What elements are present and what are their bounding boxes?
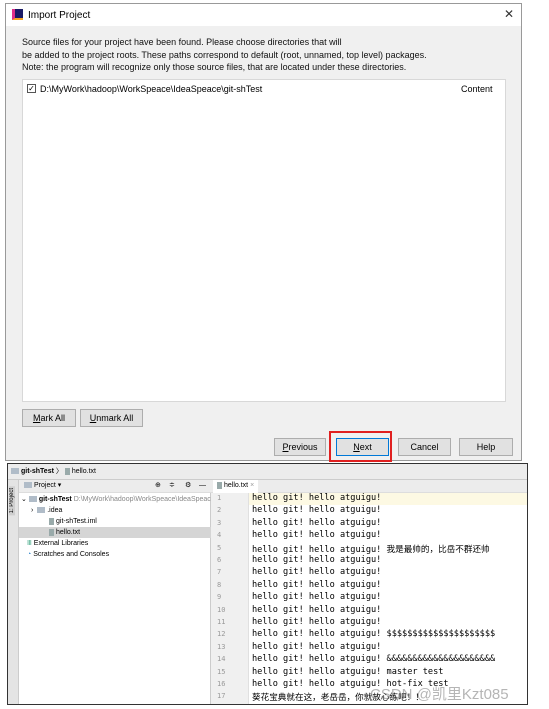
line-number: 3 — [217, 518, 222, 527]
tab-hello-txt[interactable]: hello.txt × — [213, 480, 259, 493]
line-number: 17 — [217, 692, 226, 701]
description-line: be added to the project roots. These pat… — [22, 50, 427, 60]
breadcrumb: git-shTest 〉 hello.txt — [8, 464, 527, 480]
project-view-selector[interactable]: Project ▾ — [34, 482, 61, 489]
code-line: hello git! hello atguigu! — [252, 555, 382, 565]
code-line: hello git! hello atguigu! — [252, 493, 382, 503]
folder-icon — [37, 507, 46, 514]
editor[interactable]: hello.txt × 1 hello git! hello atguigu! 2 h… — [211, 480, 527, 704]
line-number: 15 — [217, 667, 226, 676]
label: nmark All — [96, 413, 134, 423]
mark-all-button[interactable]: Mark All — [22, 409, 76, 427]
code-line: hello git! hello atguigu! — [252, 617, 382, 627]
project-panel: Project ▾ ⊕ ≑ ⚙ — ⌄ git-shTest D:\MyWork… — [19, 480, 215, 704]
cancel-button[interactable]: Cancel — [398, 438, 451, 456]
text-file-icon — [217, 481, 222, 489]
tree-item-git-shTest[interactable]: ⌄ git-shTest D:\MyWork\hadoop\WorkSpeace… — [19, 494, 215, 505]
module-icon — [28, 496, 37, 503]
line-number: 9 — [217, 593, 222, 602]
root-type: Content — [461, 84, 493, 94]
unmark-all-button[interactable]: Unmark All — [80, 409, 143, 427]
code-line: hello git! hello atguigu! $$$$$$$$$$$$$$… — [252, 629, 496, 640]
scratches-icon: ◔ — [27, 551, 32, 558]
tab-label: hello.txt — [224, 482, 249, 489]
line-number: 6 — [217, 556, 222, 564]
line-number: 11 — [217, 618, 226, 626]
close-icon[interactable]: ✕ — [504, 7, 514, 21]
code-line: hello git! hello atguigu! &&&&&&&&&&&&&&… — [252, 654, 496, 665]
next-button[interactable]: Next — [336, 438, 389, 456]
ide-window: git-shTest 〉 hello.txt 1: Project Projec… — [7, 463, 528, 705]
label: revious — [288, 442, 318, 452]
code-line: hello git! hello atguigu! 我是最帅的，比岳不群还帅 — [252, 544, 490, 555]
library-icon: Ⅲ — [27, 540, 32, 547]
tree-item-scratches[interactable]: ◔ Scratches and Consoles — [19, 549, 211, 560]
list-item[interactable]: ✓ D:\MyWork\hadoop\WorkSpeace\IdeaSpeace… — [23, 80, 505, 97]
code-line: hello git! hello atguigu! — [252, 530, 382, 541]
tree-path: D:\MyWork\hadoop\WorkSpeace\IdeaSpeace — [73, 496, 215, 503]
tree-label: hello.txt — [56, 529, 81, 536]
tool-window-strip: 1: Project — [8, 480, 19, 704]
code-line: hello git! hello atguigu! master test — [252, 666, 444, 677]
label: ark All — [40, 413, 65, 423]
editor-tabs: hello.txt × — [211, 480, 527, 493]
tree-label: External Libraries — [33, 540, 89, 547]
previous-button[interactable]: Previous — [274, 438, 326, 456]
help-button[interactable]: Help — [459, 438, 513, 456]
label: ext — [359, 442, 372, 452]
description-line: Source files for your project have been … — [22, 37, 342, 47]
code-line: hello git! hello atguigu! — [252, 579, 382, 590]
text-file-icon — [49, 528, 54, 536]
project-icon — [24, 482, 32, 489]
tree-label: .idea — [47, 507, 63, 514]
line-number: 2 — [217, 506, 222, 515]
file-icon — [64, 467, 70, 475]
code-line: hello git! hello atguigu! — [252, 592, 382, 603]
tree-item-hello-txt[interactable]: hello.txt — [19, 527, 211, 538]
source-roots-list[interactable]: ✓ D:\MyWork\hadoop\WorkSpeace\IdeaSpeace… — [22, 79, 506, 402]
iml-file-icon — [49, 517, 54, 525]
root-path: D:\MyWork\hadoop\WorkSpeace\IdeaSpeace\g… — [40, 84, 263, 94]
code-line: hello git! hello atguigu! — [252, 505, 382, 516]
line-number: 13 — [217, 642, 226, 651]
collapse-icon[interactable]: ≑ — [169, 480, 175, 492]
line-number: 16 — [217, 680, 226, 688]
code-area[interactable]: 1 hello git! hello atguigu! 2 hello git! he… — [211, 493, 527, 704]
tree-item-iml[interactable]: git-shTest.iml — [19, 516, 211, 527]
line-number: 4 — [217, 531, 222, 540]
module-icon — [11, 468, 19, 475]
dialog-title: Import Project — [28, 10, 91, 21]
code-line: hello git! hello atguigu! — [252, 641, 382, 652]
line-number: 10 — [217, 605, 226, 614]
breadcrumb-item[interactable]: hello.txt — [72, 468, 96, 475]
tree-item-idea[interactable]: › .idea — [19, 505, 211, 516]
gear-icon[interactable]: ⚙ — [185, 480, 191, 492]
line-number: 12 — [217, 630, 226, 639]
hide-icon[interactable]: — — [199, 480, 206, 492]
tree-label: Scratches and Consoles — [33, 551, 110, 558]
code-line: hello git! hello atguigu! — [252, 604, 382, 615]
description-line: Note: the program will recognize only th… — [22, 62, 407, 72]
project-side-tab[interactable]: 1: Project — [9, 486, 15, 516]
project-panel-header: Project ▾ ⊕ ≑ ⚙ — — [19, 480, 211, 493]
title-bar: Import Project ✕ — [6, 4, 521, 26]
locate-icon[interactable]: ⊕ — [155, 480, 161, 492]
watermark: CSDN @凯里Kzt085 — [370, 686, 509, 703]
tree-label: git-shTest.iml — [56, 518, 97, 525]
checkbox[interactable]: ✓ — [27, 84, 36, 93]
import-project-dialog: Import Project ✕ Source files for your p… — [5, 3, 522, 462]
line-number: 7 — [217, 568, 222, 577]
intellij-logo-icon — [12, 9, 23, 20]
line-number: 1 — [217, 494, 222, 502]
code-line: hello git! hello atguigu! — [252, 567, 382, 578]
line-number: 8 — [217, 580, 222, 589]
close-tab-icon[interactable]: × — [250, 482, 254, 489]
tree-label: git-shTest — [38, 496, 72, 503]
line-number: 5 — [217, 543, 222, 552]
breadcrumb-item[interactable]: git-shTest — [21, 468, 54, 475]
line-number: 14 — [217, 655, 226, 664]
tree-item-external-libraries[interactable]: Ⅲ External Libraries — [19, 538, 211, 549]
code-line: hello git! hello atguigu! — [252, 517, 382, 528]
